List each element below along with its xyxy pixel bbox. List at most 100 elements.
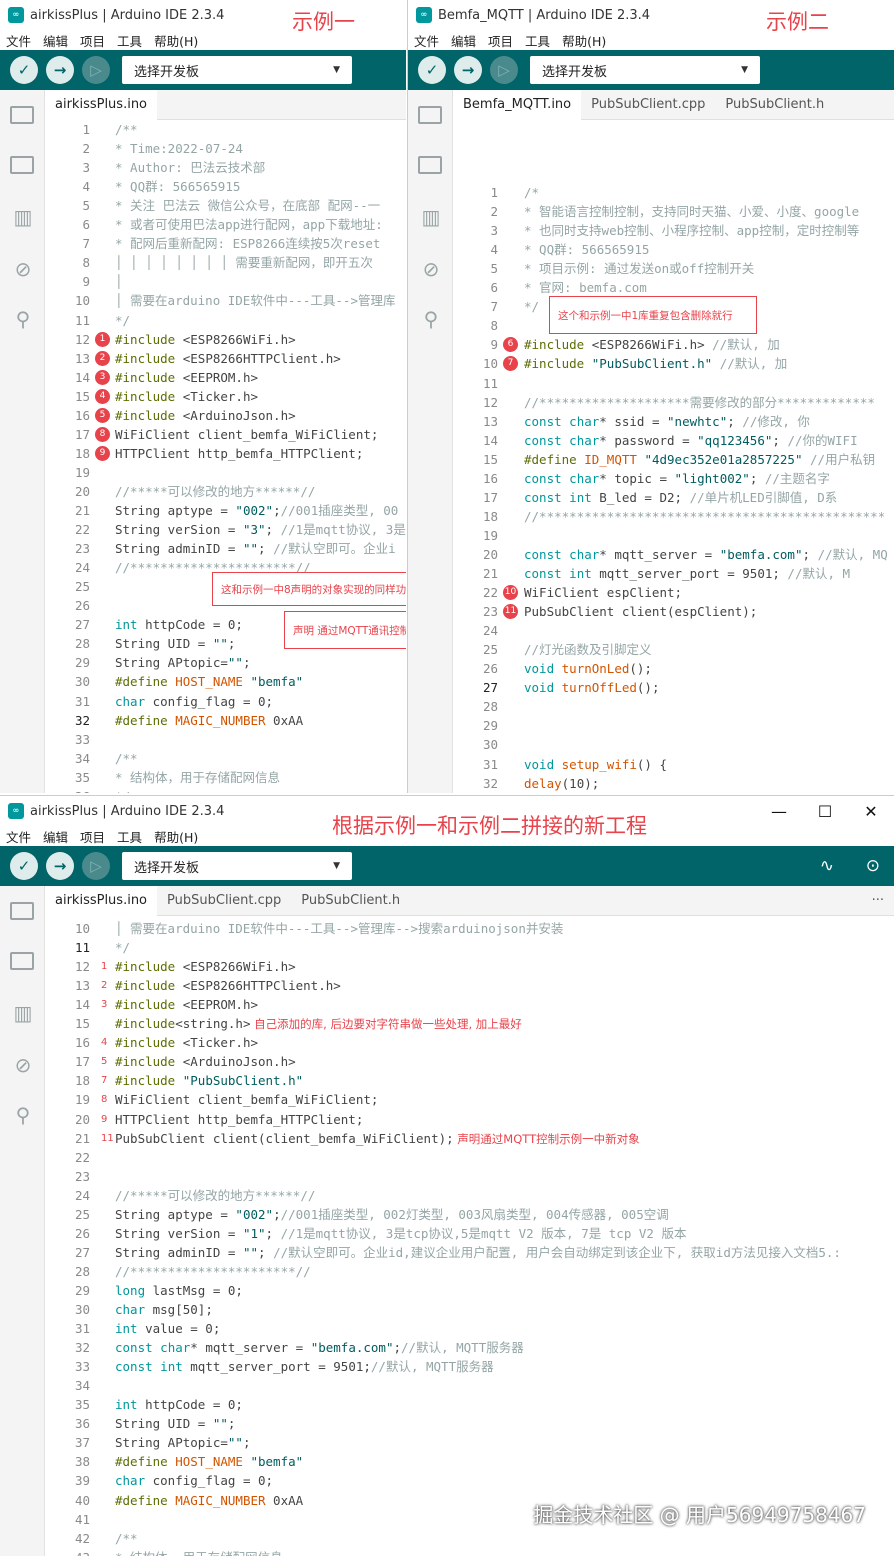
- code-line: 3 * 也同时支持web控制、小程序控制、app控制，定时控制等: [453, 221, 894, 240]
- board-select-label: 选择开发板: [542, 64, 608, 80]
- debug-button[interactable]: ▷: [82, 56, 110, 84]
- tab-bemfa-mqtt-ino[interactable]: Bemfa_MQTT.ino: [453, 90, 582, 120]
- folder-icon[interactable]: [418, 102, 444, 128]
- menu-tools[interactable]: 工具: [525, 31, 550, 50]
- line-number: 27: [74, 1244, 90, 1260]
- menu-sketch[interactable]: 项目: [80, 827, 105, 846]
- code-line: 35 * 结构体，用于存储配网信息: [45, 768, 406, 787]
- verify-button[interactable]: ✓: [418, 56, 446, 84]
- library-manager-icon[interactable]: ▥: [10, 1000, 36, 1026]
- code-line: 26 void turnOnLed();: [453, 659, 894, 678]
- menu-help[interactable]: 帮助(H): [154, 31, 198, 50]
- line-number: 31: [482, 756, 498, 772]
- code-line: 12 1 #include <ESP8266WiFi.h>: [45, 957, 894, 976]
- line-number: 14: [74, 369, 90, 385]
- tab-bar: Bemfa_MQTT.ino PubSubClient.cpp PubSubCl…: [453, 90, 894, 120]
- tab-airkissplus-ino[interactable]: airkissPlus.ino: [45, 90, 158, 120]
- debug-icon[interactable]: ⊘: [10, 1052, 36, 1078]
- boards-manager-icon[interactable]: [10, 152, 36, 178]
- verify-button[interactable]: ✓: [10, 852, 38, 880]
- upload-button[interactable]: →: [46, 852, 74, 880]
- debug-icon[interactable]: ⊘: [418, 256, 444, 282]
- code-text: const int B_led = D2; //单片机LED引脚值, D系: [524, 489, 838, 505]
- code-text: const char* mqtt_server = "bemfa.com"; /…: [524, 546, 888, 562]
- maximize-icon[interactable]: ☐: [802, 796, 848, 826]
- serial-plotter-icon[interactable]: ∿: [820, 846, 834, 886]
- minimize-icon[interactable]: —: [756, 796, 802, 826]
- code-line: 28 //**********************//: [45, 1262, 894, 1281]
- close-icon[interactable]: ✕: [848, 796, 894, 826]
- code-text: #include <ESP8266WiFi.h>: [115, 331, 296, 347]
- search-icon[interactable]: ⚲: [10, 1102, 36, 1128]
- line-number: 11: [482, 375, 498, 391]
- debug-icon[interactable]: ⊘: [10, 256, 36, 282]
- board-select[interactable]: 选择开发板 ▼: [122, 56, 352, 84]
- boards-manager-icon[interactable]: [10, 948, 36, 974]
- menu-tools[interactable]: 工具: [117, 31, 142, 50]
- tab-pubsubclient-cpp[interactable]: PubSubClient.cpp: [157, 886, 291, 916]
- folder-icon[interactable]: [10, 898, 36, 924]
- code-line: 13 const char* ssid = "newhtc"; //修改, 你: [453, 412, 894, 431]
- window-title: airkissPlus | Arduino IDE 2.3.4: [30, 7, 225, 23]
- code-line: 32 const char* mqtt_server = "bemfa.com";…: [45, 1338, 894, 1357]
- code-line: 31 char config_flag = 0;: [45, 692, 406, 711]
- code-line: 14 3 #include <EEPROM.h>: [45, 995, 894, 1014]
- menu-file[interactable]: 文件: [6, 31, 31, 50]
- line-number: 15: [74, 1016, 90, 1032]
- serial-monitor-icon[interactable]: ⊙: [866, 846, 880, 886]
- code-editor[interactable]: 1 /* 2 * 智能语言控制控制，支持同时天猫、小爱、小度、google 3 * 也同时…: [453, 120, 894, 793]
- menu-edit[interactable]: 编辑: [43, 827, 68, 846]
- code-text: String verSion = "3"; //1是mqtt协议, 3是: [115, 522, 406, 538]
- menu-edit[interactable]: 编辑: [43, 31, 68, 50]
- code-text: │ 需要在arduino IDE软件中---工具-->管理库-->搜索ardui…: [115, 921, 564, 936]
- code-line: 15 4 #include <Ticker.h>: [45, 387, 406, 406]
- code-text: * 项目示例: 通过发送on或off控制开关: [524, 261, 755, 277]
- line-number: 31: [74, 693, 90, 709]
- search-icon[interactable]: ⚲: [418, 306, 444, 332]
- menubar: 文件 编辑 项目 工具 帮助(H): [0, 826, 894, 846]
- menu-edit[interactable]: 编辑: [451, 31, 476, 50]
- line-number: 41: [74, 1511, 90, 1527]
- upload-button[interactable]: →: [46, 56, 74, 84]
- code-line: 12 1 #include <ESP8266WiFi.h>: [45, 330, 406, 349]
- debug-button[interactable]: ▷: [82, 852, 110, 880]
- code-line: 19: [453, 526, 894, 545]
- board-select[interactable]: 选择开发板 ▼: [122, 852, 352, 880]
- verify-button[interactable]: ✓: [10, 56, 38, 84]
- titlebar: ∞ airkissPlus | Arduino IDE 2.3.4 示例一: [0, 0, 406, 34]
- code-text: WiFiClient client_bemfa_WiFiClient;: [115, 426, 379, 442]
- line-number: 37: [74, 1435, 90, 1451]
- code-line: 35 int httpCode = 0;: [45, 1395, 894, 1414]
- menu-file[interactable]: 文件: [6, 827, 31, 846]
- library-manager-icon[interactable]: ▥: [10, 204, 36, 230]
- tab-pubsubclient-h[interactable]: PubSubClient.h: [715, 90, 834, 120]
- library-manager-icon[interactable]: ▥: [418, 204, 444, 230]
- code-line: 21 const int mqtt_server_port = 9501; //默…: [453, 564, 894, 583]
- code-line: 10 7 #include "PubSubClient.h" //默认, 加: [453, 354, 894, 373]
- menu-help[interactable]: 帮助(H): [154, 827, 198, 846]
- menu-sketch[interactable]: 项目: [488, 31, 513, 50]
- arduino-logo-icon: ∞: [416, 7, 432, 23]
- boards-manager-icon[interactable]: [418, 152, 444, 178]
- folder-icon[interactable]: [10, 102, 36, 128]
- code-text: #include <ArduinoJson.h>: [115, 407, 296, 423]
- line-number: 18: [482, 508, 498, 524]
- upload-button[interactable]: →: [454, 56, 482, 84]
- search-icon[interactable]: ⚲: [10, 306, 36, 332]
- board-select[interactable]: 选择开发板 ▼: [530, 56, 760, 84]
- menu-tools[interactable]: 工具: [117, 827, 142, 846]
- code-editor[interactable]: 10 │ 需要在arduino IDE软件中---工具-->管理库-->搜索ard…: [45, 916, 894, 1556]
- code-editor[interactable]: 1/** 2 * Time:2022-07-24 3 * Author: 巴法云技术部 4…: [45, 120, 406, 793]
- code-text: #include<string.h> 自己添加的库, 后边要对字符串做一些处理,…: [115, 1016, 522, 1032]
- debug-button[interactable]: ▷: [490, 56, 518, 84]
- tab-airkissplus-ino[interactable]: airkissPlus.ino: [45, 886, 158, 916]
- code-line: 16 4 #include <Ticker.h>: [45, 1033, 894, 1052]
- menu-sketch[interactable]: 项目: [80, 31, 105, 50]
- more-tabs-icon[interactable]: ···: [872, 886, 884, 916]
- tab-pubsubclient-cpp[interactable]: PubSubClient.cpp: [581, 90, 715, 120]
- menu-file[interactable]: 文件: [414, 31, 439, 50]
- code-line: 11 */: [45, 938, 894, 957]
- line-number: 21: [482, 566, 498, 581]
- tab-pubsubclient-h[interactable]: PubSubClient.h: [291, 886, 410, 916]
- menu-help[interactable]: 帮助(H): [562, 31, 606, 50]
